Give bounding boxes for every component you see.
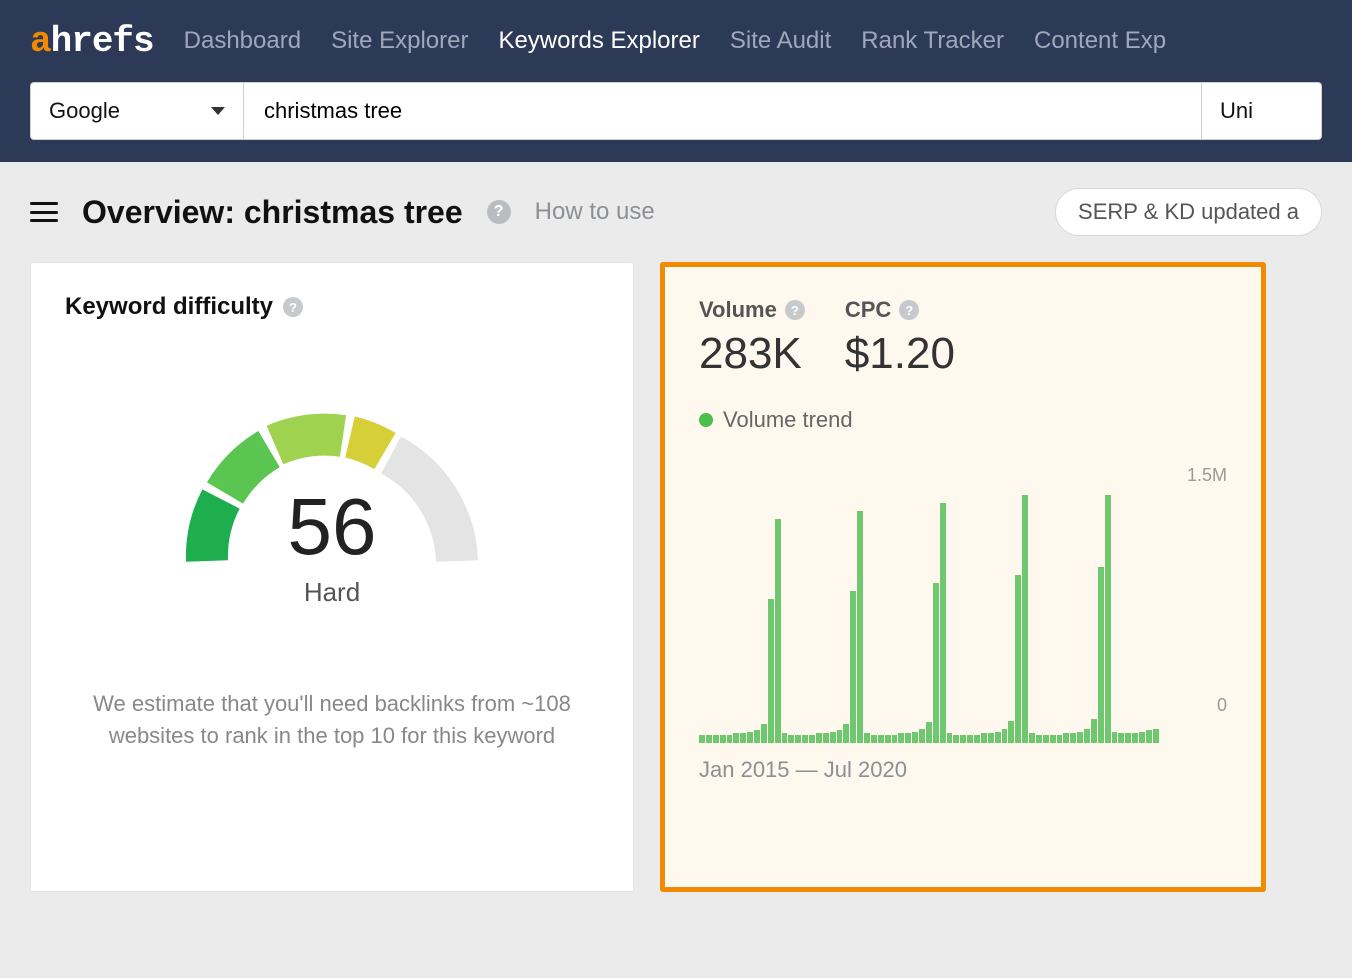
cpc-metric: CPC ? $1.20 [845,297,955,379]
main-nav: Dashboard Site Explorer Keywords Explore… [184,27,1166,55]
nav-site-explorer[interactable]: Site Explorer [331,27,468,55]
search-engine-value: Google [49,98,120,124]
volume-card: Volume ? 283K CPC ? $1.20 Volume trend 1… [660,262,1266,892]
chevron-down-icon [211,107,225,115]
kd-gauge: 56 Hard [65,381,599,608]
how-to-use-link[interactable]: How to use [535,198,655,226]
logo-rest: hrefs [51,21,154,62]
cpc-label: CPC ? [845,297,955,323]
help-icon[interactable]: ? [899,300,919,320]
volume-value: 283K [699,329,805,379]
help-icon[interactable]: ? [487,200,511,224]
search-engine-select[interactable]: Google [30,82,244,140]
nav-site-audit[interactable]: Site Audit [730,27,831,55]
nav-content-explorer[interactable]: Content Exp [1034,27,1166,55]
nav-rank-tracker[interactable]: Rank Tracker [861,27,1004,55]
kd-heading-text: Keyword difficulty [65,293,273,321]
logo[interactable]: a hrefs [30,21,154,62]
kd-estimate-text: We estimate that you'll need backlinks f… [65,688,599,752]
legend-dot-icon [699,413,713,427]
kd-label: Hard [304,577,360,608]
keyword-input[interactable] [244,82,1202,140]
menu-icon[interactable] [30,202,58,222]
volume-label-text: Volume [699,297,777,323]
y-tick-max: 1.5M [1187,465,1227,486]
chart-bars [699,503,1159,743]
volume-label: Volume ? [699,297,805,323]
search-bar: Google Uni [30,82,1322,162]
cpc-label-text: CPC [845,297,891,323]
legend-text: Volume trend [723,407,853,433]
country-select[interactable]: Uni [1202,82,1322,140]
logo-a: a [30,21,51,62]
subheader: Overview: christmas tree ? How to use SE… [0,162,1352,262]
chart-legend: Volume trend [699,407,1227,433]
page-title: Overview: christmas tree [82,194,463,231]
y-axis: 1.5M 0 [1147,473,1227,713]
nav-keywords-explorer[interactable]: Keywords Explorer [498,27,699,55]
help-icon[interactable]: ? [785,300,805,320]
nav-dashboard[interactable]: Dashboard [184,27,301,55]
kd-score: 56 [288,481,377,573]
cpc-value: $1.20 [845,329,955,379]
x-axis-range: Jan 2015 — Jul 2020 [699,757,907,783]
help-icon[interactable]: ? [283,297,303,317]
cards-row: Keyword difficulty ? 56 Hard We estimate… [0,262,1352,922]
serp-update-status[interactable]: SERP & KD updated a [1055,188,1322,236]
y-tick-min: 0 [1217,695,1227,716]
keyword-difficulty-card: Keyword difficulty ? 56 Hard We estimate… [30,262,634,892]
volume-metric: Volume ? 283K [699,297,805,379]
kd-heading: Keyword difficulty ? [65,293,599,321]
app-header: a hrefs Dashboard Site Explorer Keywords… [0,0,1352,162]
volume-trend-chart: 1.5M 0 Jan 2015 — Jul 2020 [699,473,1227,783]
country-value: Uni [1220,98,1253,124]
volume-metrics: Volume ? 283K CPC ? $1.20 [699,297,1227,379]
topbar: a hrefs Dashboard Site Explorer Keywords… [30,0,1322,82]
